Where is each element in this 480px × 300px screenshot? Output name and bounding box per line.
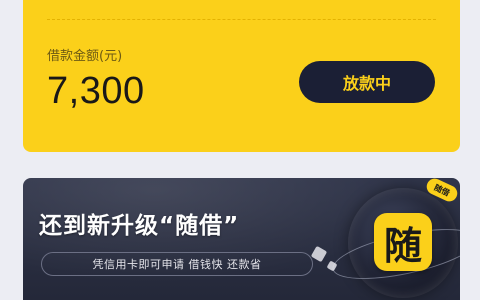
promo-banner[interactable]: 还到新升级“随借” 凭信用卡即可申请 借钱快 还款省 随 随借 bbox=[23, 178, 460, 300]
loan-amount-value: 7,300 bbox=[47, 70, 145, 112]
loan-status-button[interactable]: 放款中 bbox=[299, 61, 435, 103]
loan-amount-label: 借款金额(元) bbox=[47, 49, 123, 64]
suijie-app-icon: 随 bbox=[374, 213, 432, 271]
card-divider bbox=[47, 19, 436, 20]
banner-title: 还到新升级“随借” bbox=[39, 213, 240, 239]
loan-status-card: 借款金额(元) 7,300 放款中 bbox=[23, 0, 460, 152]
banner-subtitle: 凭信用卡即可申请 借钱快 还款省 bbox=[41, 252, 313, 276]
